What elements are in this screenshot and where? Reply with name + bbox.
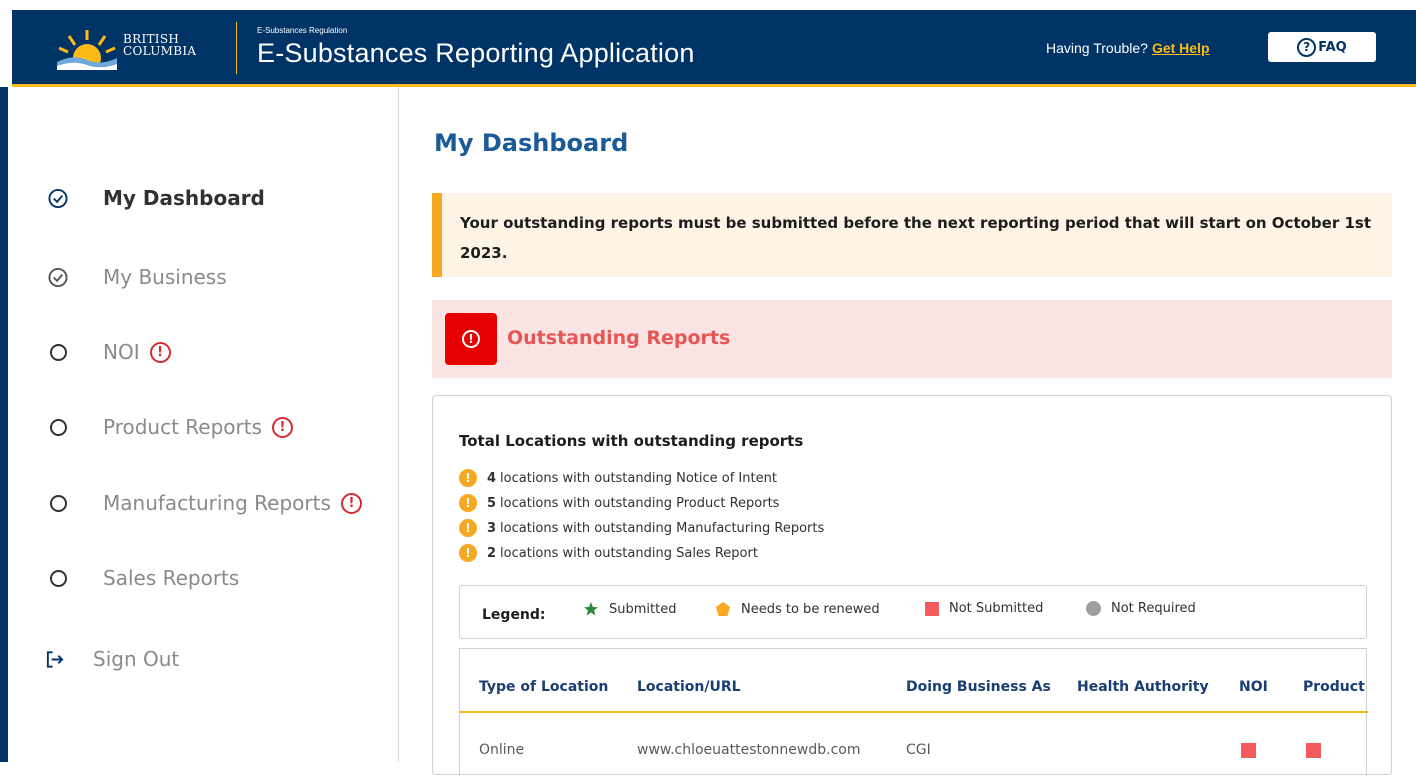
legend-item-submitted: Submitted bbox=[583, 601, 676, 617]
header-divider bbox=[236, 22, 237, 74]
logo-line2: COLUMBIA bbox=[123, 44, 197, 58]
status-not-submitted-icon bbox=[1241, 743, 1256, 758]
legend-text: Not Required bbox=[1111, 601, 1196, 616]
square-icon bbox=[925, 601, 939, 616]
sidebar-item-my-dashboard[interactable]: My Dashboard bbox=[48, 186, 265, 210]
cell-url: www.chloeuattestonnewdb.com bbox=[637, 742, 861, 758]
sidebar-item-manufacturing-reports[interactable]: Manufacturing Reports ! bbox=[48, 491, 362, 515]
empty-circle-icon bbox=[48, 568, 68, 588]
column-header[interactable]: NOI bbox=[1239, 679, 1268, 695]
sidebar: My Dashboard My Business NOI ! Product R… bbox=[0, 87, 399, 762]
sidebar-item-sign-out[interactable]: Sign Out bbox=[45, 647, 179, 671]
column-header[interactable]: Location/URL bbox=[637, 679, 741, 695]
faq-label: FAQ bbox=[1318, 39, 1347, 55]
legend-item-not-required: Not Required bbox=[1086, 601, 1196, 616]
app-title: E-Substances Reporting Application bbox=[257, 38, 695, 68]
legend-text: Submitted bbox=[609, 601, 677, 617]
sidebar-item-label: My Dashboard bbox=[103, 186, 265, 210]
legend: Legend: Submitted Needs to be renewed No… bbox=[459, 585, 1367, 639]
outstanding-reports-card: Total Locations with outstanding reports… bbox=[432, 395, 1392, 776]
sidebar-item-label: Sales Reports bbox=[103, 566, 240, 590]
warning-icon: ! bbox=[459, 519, 477, 537]
column-header[interactable]: Doing Business As bbox=[906, 679, 1051, 695]
outstanding-reports-title: Outstanding Reports bbox=[507, 327, 731, 349]
app-header: BRITISH COLUMBIA E-Substances Regulation… bbox=[0, 0, 1416, 87]
app-subtitle: E-Substances Regulation bbox=[257, 26, 348, 35]
pentagon-icon bbox=[715, 601, 731, 617]
get-help-link[interactable]: Get Help bbox=[1152, 40, 1210, 56]
legend-label: Legend: bbox=[482, 607, 546, 623]
sidebar-item-product-reports[interactable]: Product Reports ! bbox=[48, 415, 294, 439]
header-bar: BRITISH COLUMBIA E-Substances Regulation… bbox=[12, 10, 1416, 87]
alert-icon: ! bbox=[340, 492, 362, 514]
check-circle-icon bbox=[48, 188, 68, 208]
cell-dba: CGI bbox=[906, 742, 931, 758]
sidebar-item-label: Sign Out bbox=[93, 647, 180, 671]
bc-sun-logo-icon bbox=[57, 30, 117, 72]
summary-row: ! 5 locations with outstanding Product R… bbox=[459, 494, 779, 512]
locations-table: Type of Location Location/URL Doing Busi… bbox=[459, 648, 1368, 776]
exclamation-circle-icon: ! bbox=[462, 330, 480, 348]
summary-text: locations with outstanding Sales Report bbox=[500, 545, 758, 561]
warning-icon: ! bbox=[459, 544, 477, 562]
summary-row: ! 2 locations with outstanding Sales Rep… bbox=[459, 544, 758, 562]
warning-icon: ! bbox=[459, 494, 477, 512]
column-header[interactable]: Health Authority bbox=[1077, 679, 1209, 695]
bc-logo[interactable]: BRITISH COLUMBIA bbox=[55, 24, 233, 72]
faq-button[interactable]: ? FAQ bbox=[1268, 32, 1376, 62]
sidebar-item-label: NOI bbox=[103, 340, 140, 364]
summary-count: 5 bbox=[487, 495, 497, 511]
legend-item-not-submitted: Not Submitted bbox=[925, 601, 1043, 616]
sign-out-icon bbox=[45, 649, 65, 669]
legend-text: Not Submitted bbox=[949, 601, 1044, 616]
card-title: Total Locations with outstanding reports bbox=[459, 432, 804, 450]
sidebar-item-sales-reports[interactable]: Sales Reports bbox=[48, 566, 239, 590]
alert-icon: ! bbox=[272, 416, 294, 438]
summary-count: 2 bbox=[487, 545, 497, 561]
sidebar-item-label: Manufacturing Reports bbox=[103, 491, 331, 515]
circle-icon bbox=[1086, 601, 1101, 616]
sidebar-item-label: My Business bbox=[103, 265, 227, 289]
legend-item-needs-renewal: Needs to be renewed bbox=[715, 601, 880, 617]
summary-count: 3 bbox=[487, 520, 497, 536]
cell-type: Online bbox=[479, 742, 525, 758]
warning-icon: ! bbox=[459, 469, 477, 487]
question-circle-icon: ? bbox=[1297, 37, 1317, 57]
trouble-text: Having Trouble? bbox=[1046, 40, 1148, 56]
sidebar-item-label: Product Reports bbox=[103, 415, 263, 439]
page-title: My Dashboard bbox=[434, 129, 629, 157]
summary-count: 4 bbox=[487, 470, 497, 486]
summary-row: ! 4 locations with outstanding Notice of… bbox=[459, 469, 777, 487]
summary-text: locations with outstanding Manufacturing… bbox=[500, 520, 825, 536]
star-icon bbox=[583, 601, 599, 617]
table-header-divider bbox=[460, 711, 1368, 713]
sidebar-item-my-business[interactable]: My Business bbox=[48, 265, 227, 289]
alert-icon: ! bbox=[149, 341, 171, 363]
empty-circle-icon bbox=[48, 342, 68, 362]
legend-text: Needs to be renewed bbox=[741, 601, 880, 617]
check-circle-icon bbox=[48, 267, 68, 287]
status-not-submitted-icon bbox=[1306, 743, 1321, 758]
deadline-notice: Your outstanding reports must be submitt… bbox=[432, 193, 1392, 277]
help-prompt: Having Trouble? Get Help bbox=[1046, 40, 1210, 56]
alert-icon: ! bbox=[445, 313, 497, 365]
column-header[interactable]: Type of Location bbox=[479, 679, 608, 695]
summary-row: ! 3 locations with outstanding Manufactu… bbox=[459, 519, 824, 537]
summary-text: locations with outstanding Notice of Int… bbox=[500, 470, 777, 486]
empty-circle-icon bbox=[48, 493, 68, 513]
sidebar-item-noi[interactable]: NOI ! bbox=[48, 340, 171, 364]
outstanding-reports-banner: ! Outstanding Reports bbox=[432, 300, 1392, 378]
logo-wordmark: BRITISH COLUMBIA bbox=[123, 33, 196, 57]
column-header[interactable]: Product bbox=[1303, 679, 1365, 695]
empty-circle-icon bbox=[48, 417, 68, 437]
summary-text: locations with outstanding Product Repor… bbox=[500, 495, 780, 511]
